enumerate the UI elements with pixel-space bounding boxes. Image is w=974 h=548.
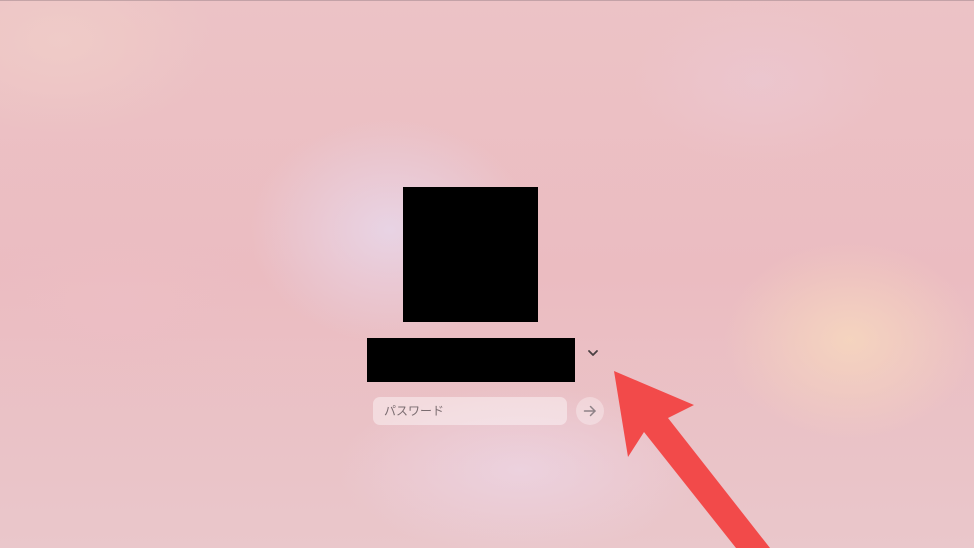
password-input[interactable] <box>382 403 567 419</box>
user-switch-button[interactable] <box>583 343 603 363</box>
chevron-down-icon <box>588 350 598 356</box>
user-avatar-redacted[interactable] <box>403 187 538 322</box>
arrow-right-icon <box>583 405 596 417</box>
username-redacted <box>367 338 575 382</box>
password-field[interactable] <box>373 397 567 425</box>
submit-button[interactable] <box>576 397 604 425</box>
login-screen <box>0 0 974 548</box>
top-border <box>0 0 974 1</box>
